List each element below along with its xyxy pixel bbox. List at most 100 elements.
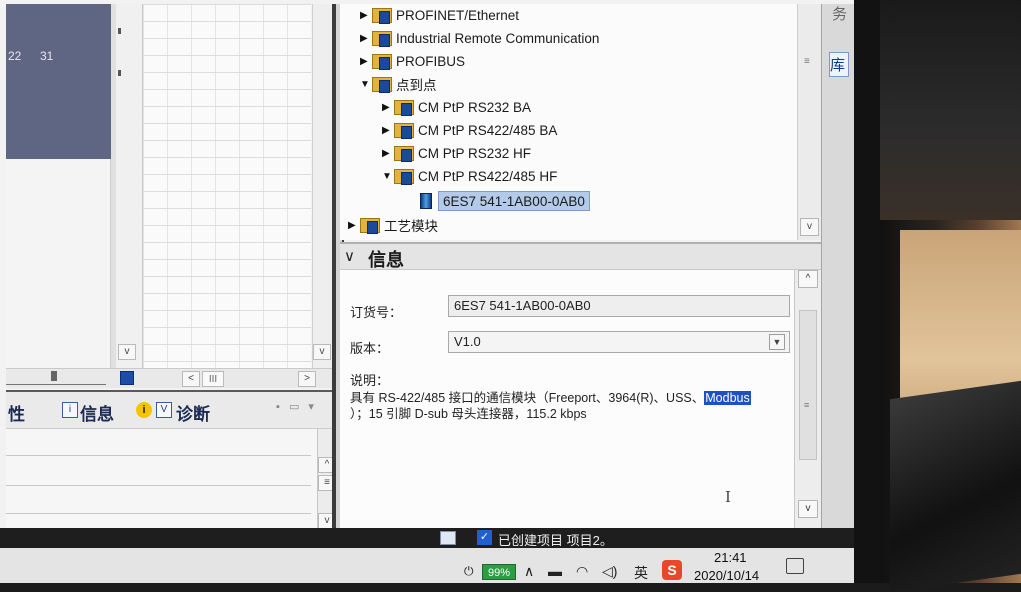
sogou-ime-icon[interactable]: S [662, 560, 682, 580]
monitor-bezel [854, 0, 880, 583]
clock-time[interactable]: 21:41 [714, 550, 747, 565]
module-icon [420, 193, 432, 209]
calendar-header: 22 31 [6, 4, 111, 159]
scroll-grip[interactable]: ≡ [804, 56, 810, 67]
inspector-body: ^ ≡ v [6, 428, 336, 529]
folder-icon [360, 217, 380, 234]
info-panel-header[interactable]: ∨ 信息 [340, 242, 821, 270]
divider [6, 513, 311, 514]
info-panel-title: 信息 [368, 250, 404, 270]
notification-icon[interactable] [786, 558, 804, 574]
volume-icon[interactable]: ◁) [602, 563, 617, 580]
tree-item-label: CM PtP RS232 BA [418, 99, 532, 115]
tree-item-selected[interactable]: 6ES7 541-1AB00-0AB0 [420, 190, 590, 212]
scroll-grip[interactable]: ≡ [804, 400, 809, 410]
side-task-tabs: 务 库 [821, 4, 854, 534]
plug-icon: ⏻ [464, 564, 474, 578]
tab-libraries[interactable]: 库 [828, 52, 849, 77]
background-chair [880, 0, 1021, 220]
grid-scroll-down-button[interactable]: v [118, 344, 136, 360]
collapse-arrow-icon[interactable]: ▼ [360, 79, 372, 90]
editor-canvas[interactable] [6, 159, 111, 369]
expand-arrow-icon[interactable]: ▶ [382, 125, 394, 136]
tree-item-label: PROFINET/Ethernet [396, 7, 520, 23]
folder-icon [394, 168, 414, 185]
folder-icon [394, 122, 414, 139]
tree-item-label: CM PtP RS422/485 HF [418, 168, 558, 184]
scroll-right-button[interactable]: > [298, 371, 316, 387]
check-icon: ✓ [477, 530, 492, 545]
status-message: 已创建项目 项目2。 [498, 533, 613, 548]
tree-item[interactable]: ▶ CM PtP RS232 HF [382, 142, 531, 164]
network-icon[interactable]: ◠ [576, 563, 588, 580]
calendar-cell: 31 [40, 49, 54, 63]
info-tab-icon: i [62, 402, 78, 418]
tree-item[interactable]: ▼ 点到点 [360, 73, 437, 95]
scroll-down-button[interactable]: v [800, 218, 819, 236]
horizontal-scrollbar[interactable]: < III > [6, 368, 336, 388]
description-line-2: ）；15 引脚 D-sub 母头连接器，115.2 kbps [350, 407, 587, 421]
clock-date[interactable]: 2020/10/14 [694, 568, 759, 583]
scroll-thumb[interactable] [799, 310, 817, 460]
project-icon[interactable] [440, 531, 456, 545]
tab-diagnostics[interactable]: 诊断 [176, 400, 210, 425]
tree-item-label: 工艺模块 [384, 219, 438, 234]
catalog-scrollbar[interactable]: ≡ v [797, 4, 821, 240]
expand-arrow-icon[interactable]: ▶ [360, 56, 372, 67]
tree-item[interactable]: ▶ PROFIBUS [360, 50, 465, 72]
ime-language[interactable]: 英 [634, 563, 648, 583]
order-number-label: 订货号： [350, 305, 403, 320]
collapse-arrow-icon[interactable]: ▼ [382, 171, 394, 182]
tree-item-label: 6ES7 541-1AB00-0AB0 [438, 191, 590, 211]
expand-arrow-icon[interactable]: ▶ [382, 148, 394, 159]
tree-item-label: PROFIBUS [396, 53, 466, 69]
info-scrollbar[interactable]: ^ ≡ v [794, 270, 821, 528]
signal-grid[interactable] [143, 4, 311, 374]
tree-item[interactable]: ▶ Industrial Remote Communication [360, 27, 599, 49]
order-number-field[interactable]: 6ES7 541-1AB00-0AB0 [448, 295, 790, 317]
scroll-left-button[interactable]: < [182, 371, 200, 387]
dark-box [890, 380, 1021, 592]
screen: 22 31 v v < III > 性 i 信息 i V 诊断 ▪ ▭ ▾ ^ … [0, 0, 880, 583]
scroll-down-button[interactable]: v [798, 500, 818, 518]
version-value: V1.0 [454, 334, 481, 349]
tab-info[interactable]: 信息 [80, 400, 114, 425]
folder-icon [372, 76, 392, 93]
version-select[interactable]: V1.0 ▼ [448, 331, 790, 353]
tree-item[interactable]: ▶ 工艺模块 [348, 214, 438, 236]
info-panel-body: 订货号： 6ES7 541-1AB00-0AB0 版本： V1.0 ▼ 说明： … [340, 270, 794, 528]
version-label: 版本： [350, 341, 390, 356]
column-strip [116, 4, 143, 374]
window-controls[interactable]: ▪ ▭ ▾ [276, 400, 317, 413]
calendar-cell: 22 [8, 49, 22, 63]
scroll-down-button[interactable]: v [313, 344, 331, 360]
scroll-thumb[interactable]: III [202, 371, 224, 387]
expand-arrow-icon[interactable]: ▶ [360, 10, 372, 21]
expand-arrow-icon[interactable]: ▶ [360, 33, 372, 44]
divider [6, 485, 311, 486]
scroll-up-button[interactable]: ^ [798, 270, 818, 288]
status-bar: ✓ 已创建项目 项目2。 [0, 528, 854, 548]
battery-icon[interactable]: ▬ [548, 563, 562, 579]
folder-icon [372, 53, 392, 70]
zoom-slider-thumb[interactable] [51, 371, 57, 381]
tree-item[interactable]: ▶ CM PtP RS232 BA [382, 96, 531, 118]
expand-arrow-icon[interactable]: ▶ [382, 102, 394, 113]
tab-tasks[interactable]: 务 [829, 6, 849, 21]
chevron-up-icon[interactable]: ∧ [524, 563, 534, 580]
chevron-down-icon[interactable]: ▼ [769, 334, 785, 350]
tree-item-label: 点到点 [396, 78, 437, 93]
chevron-down-icon[interactable]: ∨ [344, 247, 355, 265]
tree-item-label: CM PtP RS422/485 BA [418, 122, 558, 138]
description-selection: Modbus [704, 391, 751, 405]
tree-item[interactable]: ▶ CM PtP RS422/485 BA [382, 119, 557, 141]
tree-item[interactable]: ▶ PROFINET/Ethernet [360, 4, 519, 26]
tab-properties[interactable]: 性 [8, 400, 25, 425]
expand-arrow-icon[interactable]: ▶ [348, 220, 360, 231]
battery-indicator[interactable]: 99% [482, 564, 516, 580]
text-cursor-icon: I [725, 488, 731, 506]
folder-icon [372, 30, 392, 47]
tree-item[interactable]: ▼ CM PtP RS422/485 HF [382, 165, 557, 187]
vertical-scrollbar[interactable]: v [312, 4, 332, 374]
page-view-icon[interactable] [120, 371, 134, 385]
